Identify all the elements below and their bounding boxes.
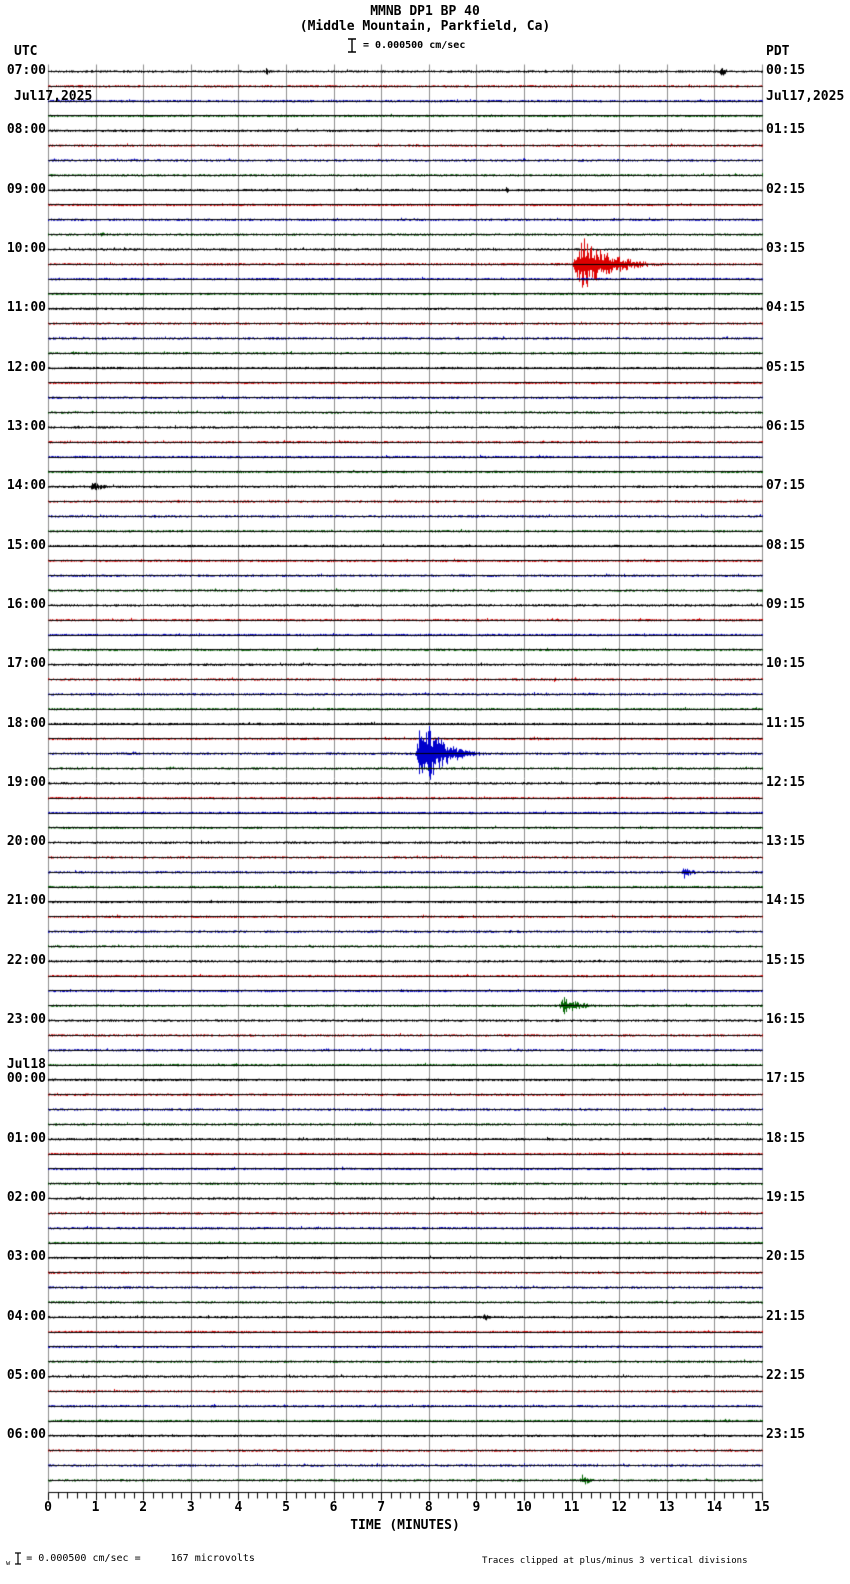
footer-scale-bar-icon (15, 1552, 22, 1565)
footer-scale-text: = 0.000500 cm/sec = (26, 1553, 141, 1564)
pdt-hour-label: 04:15 (766, 300, 806, 316)
utc-hour-label: 19:00 (6, 774, 46, 790)
pdt-hour-label: 11:15 (766, 715, 806, 731)
utc-hour-label: 13:00 (6, 418, 46, 434)
helicorder-canvas (0, 0, 850, 1584)
x-axis-tick-label: 8 (424, 1500, 433, 1515)
utc-hour-label: 03:00 (6, 1249, 46, 1265)
left-timezone: UTC (14, 44, 38, 59)
pdt-hour-label: 16:15 (766, 1012, 806, 1028)
pdt-hour-label: 15:15 (766, 952, 806, 968)
pdt-hour-label: 07:15 (766, 478, 806, 494)
x-axis-tick-label: 2 (139, 1500, 148, 1515)
right-timezone: PDT (766, 44, 790, 59)
x-axis-tick-label: 3 (186, 1500, 195, 1515)
pdt-hour-label: 10:15 (766, 656, 806, 672)
utc-hour-label: 21:00 (6, 893, 46, 909)
page-subtitle: (Middle Mountain, Parkfield, Ca) (299, 19, 551, 34)
utc-hour-label: 08:00 (6, 122, 46, 138)
x-axis-tick-label: 6 (329, 1500, 338, 1515)
x-axis-tick-label: 15 (754, 1500, 770, 1515)
pdt-hour-label: 22:15 (766, 1368, 806, 1384)
x-axis-tick-label: 7 (377, 1500, 386, 1515)
pdt-hour-label: 14:15 (766, 893, 806, 909)
pdt-hour-label: 09:15 (766, 596, 806, 612)
footer-microvolts: 167 microvolts (170, 1553, 255, 1564)
pdt-hour-label: 20:15 (766, 1249, 806, 1265)
x-axis-label: TIME (MINUTES) (350, 1518, 460, 1533)
helicorder-page: MMNB DP1 BP 40 (Middle Mountain, Parkfie… (0, 0, 850, 1584)
utc-hour-label: 09:00 (6, 181, 46, 197)
pdt-hour-label: 00:15 (766, 63, 806, 78)
utc-hour-label: 01:00 (6, 1130, 46, 1146)
x-axis-tick-label: 14 (706, 1500, 723, 1515)
pdt-hour-label: 18:15 (766, 1130, 806, 1146)
utc-hour-label: 20:00 (6, 834, 46, 850)
x-axis-tick-label: 0 (44, 1500, 52, 1515)
utc-hour-label: 23:00 (6, 1012, 46, 1028)
x-axis-tick-label: 13 (658, 1500, 675, 1515)
utc-hour-label: 00:00 (6, 1071, 46, 1087)
pdt-hour-label: 23:15 (766, 1427, 806, 1443)
footer-clip-note: Traces clipped at plus/minus 3 vertical … (482, 1556, 748, 1566)
utc-hour-label: 02:00 (6, 1190, 46, 1206)
utc-hour-label: 04:00 (6, 1308, 46, 1324)
pdt-hour-label: 17:15 (766, 1071, 806, 1087)
right-date: Jul17,2025 (766, 89, 845, 104)
x-axis-tick-label: 12 (611, 1500, 628, 1515)
scale-label: = 0.000500 cm/sec (363, 40, 466, 51)
utc-hour-label: 22:00 (6, 952, 46, 968)
footer-tiny-mark: w (6, 1558, 11, 1567)
pdt-hour-label: 13:15 (766, 834, 806, 850)
x-axis-tick-label: 11 (563, 1500, 580, 1515)
x-axis-tick-label: 9 (472, 1500, 481, 1515)
utc-hour-label: 12:00 (6, 359, 46, 375)
x-axis-tick-label: 5 (282, 1500, 290, 1515)
x-axis-tick-label: 10 (516, 1500, 532, 1515)
pdt-hour-label: 03:15 (766, 240, 806, 256)
footer-scale-note: w = 0.000500 cm/sec = 167 microvolts (6, 1552, 255, 1567)
utc-hour-label: 06:00 (6, 1427, 46, 1443)
page-title: MMNB DP1 BP 40 (370, 4, 480, 19)
x-axis-tick-label: 4 (234, 1500, 243, 1515)
pdt-hour-label: 21:15 (766, 1308, 806, 1324)
utc-hour-label: 10:00 (6, 240, 46, 256)
amplitude-scale: = 0.000500 cm/sec (347, 38, 465, 53)
pdt-hour-label: 06:15 (766, 418, 806, 434)
utc-hour-label: 18:00 (6, 715, 46, 731)
utc-hour-label: 07:00 (6, 63, 46, 78)
utc-hour-label: 15:00 (6, 537, 46, 553)
utc-hour-label: 11:00 (6, 300, 46, 316)
utc-hour-label: 17:00 (6, 656, 46, 672)
date-change-label: Jul18 (6, 1057, 46, 1073)
pdt-hour-label: 08:15 (766, 537, 806, 553)
utc-hour-label: 14:00 (6, 478, 46, 494)
scale-bar-icon (348, 38, 356, 53)
pdt-hour-label: 12:15 (766, 774, 806, 790)
utc-hour-label: 05:00 (6, 1368, 46, 1384)
pdt-hour-label: 19:15 (766, 1190, 806, 1206)
left-date: Jul17,2025 (14, 89, 93, 104)
pdt-hour-label: 05:15 (766, 359, 806, 375)
pdt-hour-label: 02:15 (766, 181, 806, 197)
x-axis-tick-label: 1 (91, 1500, 100, 1515)
utc-hour-label: 16:00 (6, 596, 46, 612)
pdt-hour-label: 01:15 (766, 122, 806, 138)
